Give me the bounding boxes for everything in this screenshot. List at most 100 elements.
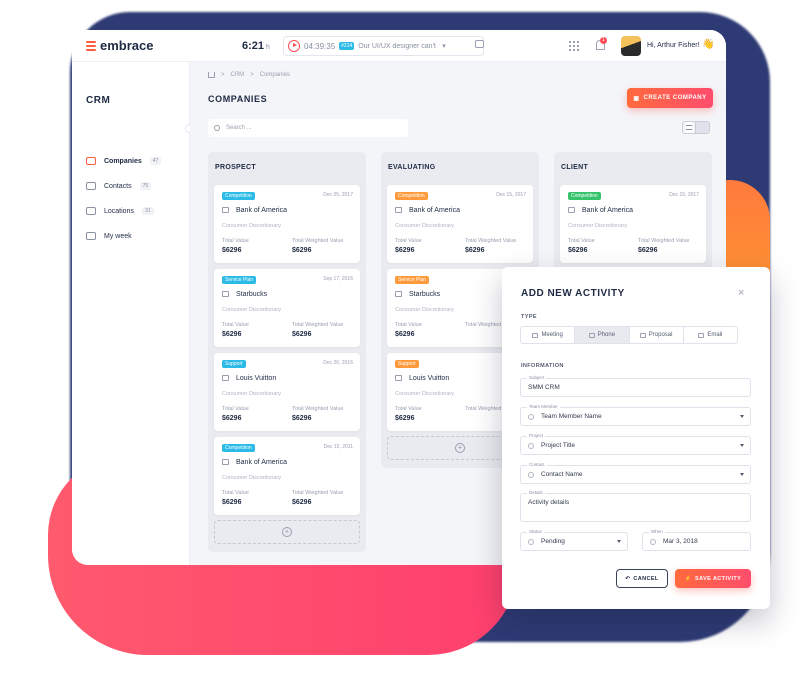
plus-icon: + [282,527,292,537]
type-label: Proposal [648,332,673,338]
sidebar-item-label: Locations [104,207,134,215]
sidebar-title: CRM [86,95,111,106]
cancel-label: CANCEL [633,575,659,582]
view-toggle [682,121,710,134]
sidebar-item-companies[interactable]: Companies 47 [86,157,176,165]
total-value-label: Total Value [568,238,595,244]
apps-grid-icon[interactable] [569,41,579,51]
field-label: Details [527,490,545,495]
breadcrumb-crm[interactable]: CRM [231,72,245,78]
chevron-down-icon [617,540,621,543]
deal-card[interactable]: Competition Dec 05, 2017 Bank of America… [214,185,360,263]
sidebar-item-count: 47 [149,157,162,165]
deal-card[interactable]: Competition Dec 15, 2017 Bank of America… [387,185,533,263]
information-section-label: INFORMATION [521,363,564,369]
total-weighted-value: $6296 [465,247,485,254]
calendar-icon [86,232,96,240]
sidebar-item-locations[interactable]: Locations 31 [86,207,176,215]
building-icon [395,291,402,297]
chat-icon[interactable] [475,40,484,48]
task-id-badge: #214 [339,42,355,50]
team-member-select[interactable]: Team Member Team Member Name [520,404,751,426]
avatar[interactable] [621,36,641,56]
total-value: $6296 [222,247,242,254]
type-phone[interactable]: Phone [575,327,630,343]
sidebar-item-my-week[interactable]: My week [86,232,176,240]
company-category: Consumer Discretionary [395,307,454,313]
total-weighted-label: Total Weighted Value [292,238,344,244]
close-icon[interactable]: × [738,287,744,299]
add-activity-modal: ADD NEW ACTIVITY × TYPE Meeting Phone Pr… [502,267,770,609]
undo-icon: ↶ [625,575,631,582]
task-timer[interactable]: 04:39:35 #214 Our UI/UX designer can't a… [283,36,484,56]
save-activity-button[interactable]: ⚡ SAVE ACTIVITY [675,569,751,588]
type-email[interactable]: Email [684,327,737,343]
modal-title: ADD NEW ACTIVITY [521,288,625,299]
search-input[interactable]: Search ... [208,119,408,137]
create-company-button[interactable]: ▣ CREATE COMPANY [627,88,713,108]
company-category: Consumer Discretionary [222,223,281,229]
chevron-down-icon [740,415,744,418]
deal-card[interactable]: Competition Dec 15, 2011 Bank of America… [214,437,360,515]
deal-tag: Competition [222,192,255,200]
chevron-down-icon[interactable]: ▾ [442,42,446,50]
deal-card[interactable]: Support Dec 26, 2016 Louis Vuitton Consu… [214,353,360,431]
total-value: $6296 [568,247,588,254]
field-value: Activity details [528,499,570,506]
add-card-button[interactable]: + [214,520,360,544]
field-label: Team Member [527,404,560,409]
total-weighted-label: Total Weighted Value [465,238,517,244]
contact-select[interactable]: Contact Contact Name [520,462,751,484]
meeting-icon [532,332,539,338]
board-view-icon[interactable] [696,122,709,133]
company-name: Louis Vuitton [409,375,450,382]
deal-card[interactable]: Service Plan Sep 17, 2016 Starbucks Cons… [214,269,360,347]
logo[interactable]: embrace [86,38,153,53]
column-title: CLIENT [561,164,589,171]
details-textarea[interactable]: Details Activity details [520,490,751,522]
company-name: Bank of America [236,459,287,466]
deal-date: Dec 15, 2017 [669,192,699,198]
total-value-label: Total Value [222,406,249,412]
column-title: EVALUATING [388,164,436,171]
type-proposal[interactable]: Proposal [630,327,684,343]
deal-tag: Support [395,360,419,368]
building-icon [222,459,229,465]
play-icon[interactable] [288,40,300,52]
field-label: When [649,529,665,534]
when-date-field[interactable]: When Mar 3, 2018 [642,529,751,551]
company-name: Louis Vuitton [236,375,277,382]
subject-field[interactable]: Subject SMM CRM [520,375,751,397]
total-value-label: Total Value [222,490,249,496]
sidebar-item-label: Contacts [104,182,132,190]
field-label: Project [527,433,546,438]
sidebar-item-label: My week [104,232,132,240]
cancel-button[interactable]: ↶ CANCEL [616,569,668,588]
total-value-label: Total Value [222,322,249,328]
sidebar-item-count: 31 [141,207,154,215]
sidebar-item-contacts[interactable]: Contacts 75 [86,182,176,190]
type-meeting[interactable]: Meeting [521,327,576,343]
kanban-column-client: CLIENT Competition Dec 15, 2017 Bank of … [554,152,712,282]
home-icon[interactable] [208,72,215,78]
deal-card[interactable]: Competition Dec 15, 2017 Bank of America… [560,185,706,263]
field-label: Subject [527,375,547,380]
project-select[interactable]: Project Project Title [520,433,751,455]
total-weighted-value: $6296 [292,247,312,254]
status-select[interactable]: Status Pending [520,529,628,551]
timer-task-title: Our UI/UX designer can't access ... [358,42,438,50]
flag-icon [650,539,656,545]
building-icon [222,207,229,213]
wave-icon: 👋 [702,39,715,50]
company-category: Consumer Discretionary [222,391,281,397]
save-label: SAVE ACTIVITY [695,575,742,582]
deal-date: Dec 05, 2017 [323,192,353,198]
list-view-icon[interactable] [683,122,696,133]
type-label: Email [707,332,723,338]
user-greeting: Hi, Arthur Fisher! [647,42,700,49]
total-value: $6296 [222,499,242,506]
total-value: $6296 [222,331,242,338]
building-icon: ▣ [633,95,640,102]
location-icon [86,207,96,215]
field-value: Contact Name [541,471,583,478]
